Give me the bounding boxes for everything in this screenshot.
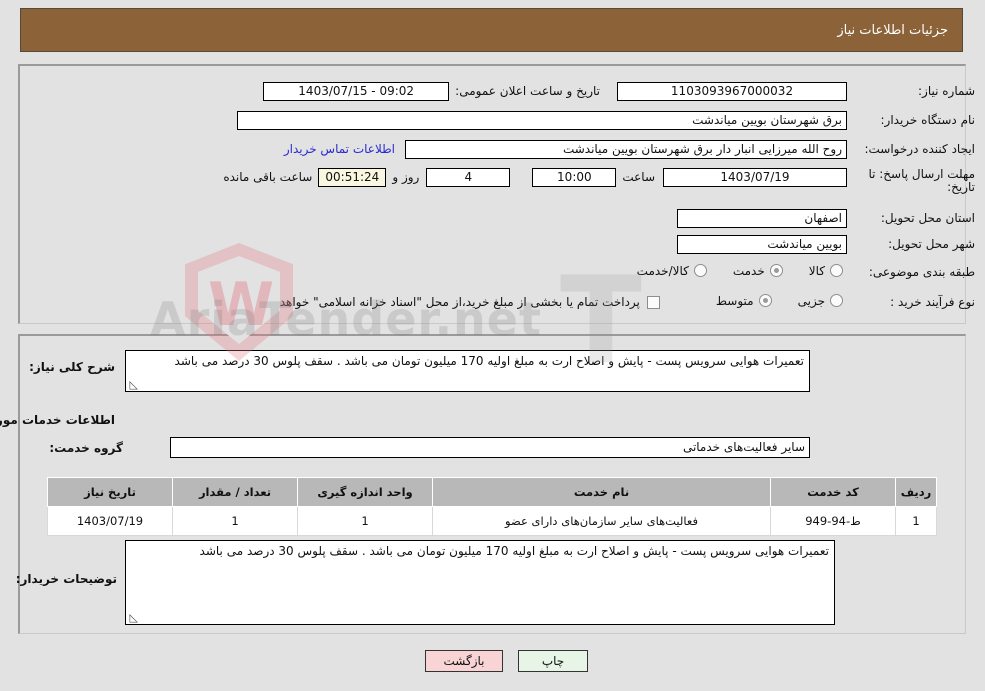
service-group-label: گروه خدمت: <box>49 441 123 455</box>
process-option-1[interactable]: متوسط <box>716 294 772 308</box>
province-value: اصفهان <box>677 208 847 228</box>
resize-grip-icon[interactable]: ◺ <box>128 379 138 390</box>
remaining-days: 4 <box>426 168 511 187</box>
buyer-comments-value: تعمیرات هوایی سرویس پست - پایش و اصلاح ا… <box>199 544 829 558</box>
remaining-timer: 00:51:24 <box>318 168 387 187</box>
table-body: 1 ط-94-949 فعالیت‌های سایر سازمان‌های دارا… <box>47 506 937 536</box>
city-row: شهر محل تحویل: بویین میاندشت <box>677 233 975 255</box>
process-option-0[interactable]: جزیی <box>798 294 843 308</box>
description-label: شرح کلی نیاز: <box>29 360 115 374</box>
treasury-note-label: پرداخت تمام یا بخشی از مبلغ خرید،از محل … <box>257 295 640 309</box>
buyer-comments-textarea[interactable]: تعمیرات هوایی سرویس پست - پایش و اصلاح ا… <box>125 540 835 625</box>
category-option-0[interactable]: کالا <box>809 264 843 278</box>
cell-row: 1 <box>895 506 937 536</box>
buyer-org-value: برق شهرستان بویین میاندشت <box>237 110 847 130</box>
days-label: روز و <box>392 170 420 184</box>
province-row: استان محل تحویل: اصفهان <box>677 207 975 229</box>
remaining-label: ساعت باقی مانده <box>223 170 313 184</box>
creator-value: روح الله میرزایی انبار دار برق شهرستان ب… <box>405 139 847 159</box>
column-header-row: ردیف <box>895 477 937 507</box>
table-header-row: ردیف کد خدمت نام خدمت واحد اندازه گیری ت… <box>47 477 937 507</box>
category-option-2[interactable]: کالا/خدمت <box>637 264 707 278</box>
need-number-row: شماره نیاز: 1103093967000032 <box>617 80 975 102</box>
need-number-value: 1103093967000032 <box>617 81 847 101</box>
announce-label: تاریخ و ساعت اعلان عمومی: <box>455 84 600 98</box>
category-radio-1[interactable] <box>769 264 783 278</box>
column-header-date: تاریخ نیاز <box>47 477 173 507</box>
cell-name: فعالیت‌های سایر سازمان‌های دارای عضو <box>432 506 771 536</box>
treasury-checkbox[interactable] <box>646 295 660 309</box>
category-row: طبقه بندی موضوعی: کالا خدمت کالا/خدمت <box>611 261 975 283</box>
cell-code: ط-94-949 <box>770 506 896 536</box>
buyer-org-label: نام دستگاه خریدار: <box>880 113 976 127</box>
category-radio-0[interactable] <box>830 264 843 278</box>
process-options-group: جزیی متوسط <box>690 294 843 311</box>
buyer-contact-link[interactable]: اطلاعات تماس خریدار <box>284 142 395 156</box>
city-label: شهر محل تحویل: <box>888 237 975 251</box>
table-row[interactable]: 1 ط-94-949 فعالیت‌های سایر سازمان‌های دارا… <box>47 506 937 536</box>
service-group-value: سایر فعالیت‌های خدماتی <box>170 437 810 458</box>
buyer-comments-label: توضیحات خریدار: <box>15 572 117 586</box>
creator-row: ایجاد کننده درخواست: روح الله میرزایی ان… <box>284 138 975 160</box>
print-button[interactable]: چاپ <box>518 650 588 672</box>
column-header-unit: واحد اندازه گیری <box>297 477 433 507</box>
category-label: طبقه بندی موضوعی: <box>868 265 975 279</box>
description-value: تعمیرات هوایی سرویس پست - پایش و اصلاح ا… <box>174 354 804 368</box>
process-label-1: متوسط <box>715 293 754 308</box>
process-row: نوع فرآیند خرید : جزیی متوسط پرداخت تمام … <box>257 291 975 313</box>
announce-value: 09:02 - 1403/07/15 <box>263 81 450 101</box>
category-options-group: کالا خدمت کالا/خدمت <box>611 264 843 281</box>
deadline-row: مهلت ارسال پاسخ: تا تاریخ: 1403/07/19 سا… <box>223 167 975 194</box>
process-label-0: جزیی <box>797 293 825 308</box>
buyer-org-row: نام دستگاه خریدار: برق شهرستان بویین میا… <box>237 109 975 131</box>
resize-grip-icon-2[interactable]: ◺ <box>128 612 138 623</box>
back-button[interactable]: بازگشت <box>425 650 503 672</box>
process-label: نوع فرآیند خرید : <box>890 295 975 309</box>
cell-quantity: 1 <box>172 506 298 536</box>
deadline-time: 10:00 <box>532 168 617 187</box>
category-label-0: کالا <box>808 263 825 278</box>
deadline-date: 1403/07/19 <box>663 168 847 187</box>
service-group-row: گروه خدمت: <box>49 437 123 459</box>
description-textarea[interactable]: تعمیرات هوایی سرویس پست - پایش و اصلاح ا… <box>125 350 810 392</box>
creator-label: ایجاد کننده درخواست: <box>864 142 975 156</box>
column-header-name: نام خدمت <box>432 477 771 507</box>
need-number-label: شماره نیاز: <box>918 84 975 98</box>
province-label: استان محل تحویل: <box>880 211 975 225</box>
category-label-1: خدمت <box>732 263 765 278</box>
service-items-table: ردیف کد خدمت نام خدمت واحد اندازه گیری ت… <box>47 477 937 536</box>
category-option-1[interactable]: خدمت <box>733 264 783 278</box>
city-value: بویین میاندشت <box>677 234 847 254</box>
process-radio-0[interactable] <box>830 294 843 308</box>
cell-need-date: 1403/07/19 <box>47 506 173 536</box>
category-radio-2[interactable] <box>693 264 707 278</box>
deadline-label: مهلت ارسال پاسخ: تا تاریخ: <box>868 167 975 194</box>
services-section-title: اطلاعات خدمات مورد نیاز <box>0 413 115 427</box>
column-header-quantity: تعداد / مقدار <box>172 477 298 507</box>
page-title: جزئیات اطلاعات نیاز <box>837 22 948 38</box>
process-radio-1[interactable] <box>758 294 772 308</box>
announce-row: تاریخ و ساعت اعلان عمومی: 09:02 - 1403/0… <box>263 80 600 102</box>
category-label-2: کالا/خدمت <box>636 263 689 278</box>
cell-unit: 1 <box>297 506 433 536</box>
hour-label: ساعت <box>622 170 655 184</box>
need-info-panel <box>18 64 966 324</box>
page-header: جزئیات اطلاعات نیاز <box>20 8 963 52</box>
column-header-code: کد خدمت <box>770 477 896 507</box>
